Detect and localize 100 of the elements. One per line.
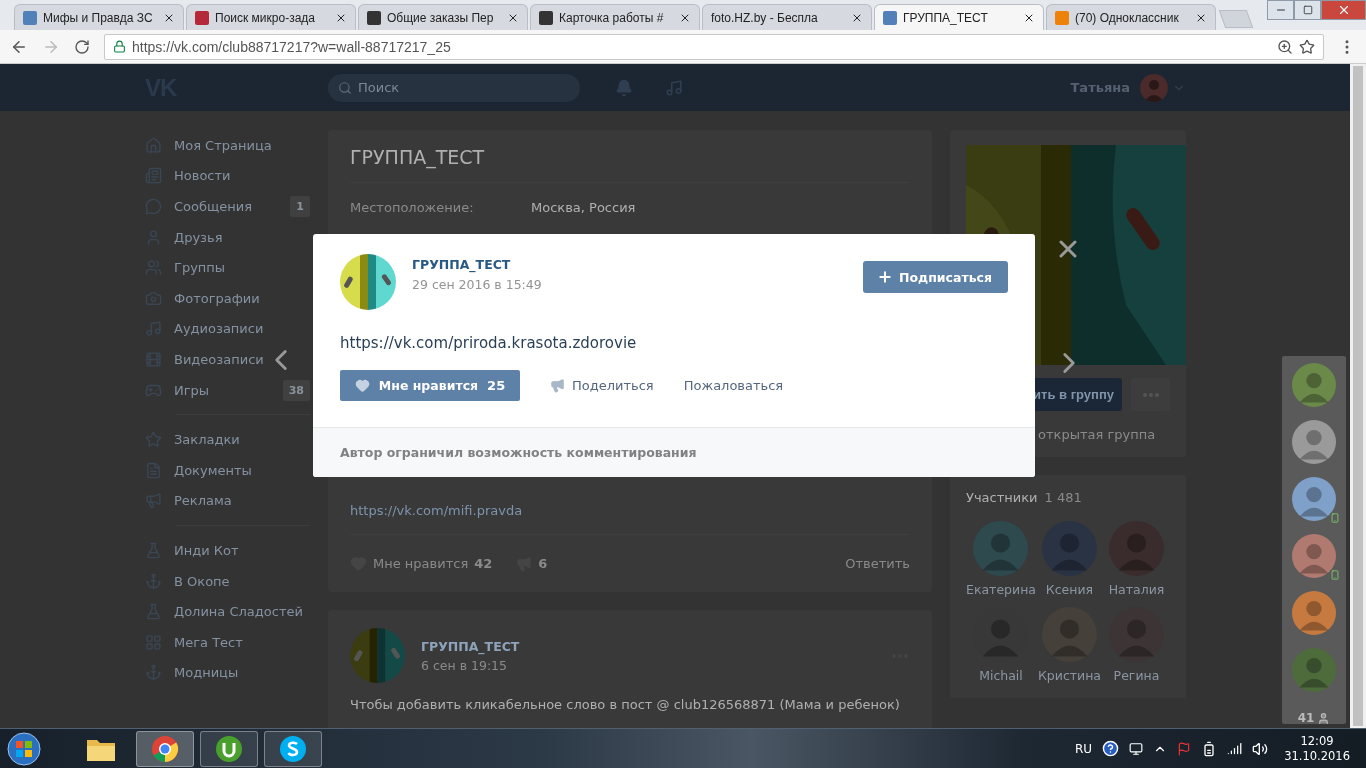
film-icon (145, 350, 162, 368)
start-button[interactable] (6, 730, 42, 767)
post-author[interactable]: ГРУППА_ТЕСТ (412, 256, 848, 272)
member-name[interactable]: Екатерина (966, 582, 1036, 597)
site-icon (367, 10, 381, 25)
counter-badge: 38 (282, 379, 310, 401)
bookmark-star-icon[interactable] (1299, 38, 1315, 55)
sidebar-item[interactable]: Модницы (145, 657, 310, 689)
friends-count[interactable]: 41 (1297, 711, 1315, 725)
taskbar-app[interactable] (136, 730, 194, 767)
friend-avatar (1292, 420, 1336, 464)
like-label[interactable]: Мне нравится (373, 556, 469, 571)
friend-avatar (1292, 363, 1336, 407)
heart-icon (354, 378, 370, 393)
signal-icon[interactable] (1227, 741, 1243, 756)
sidebar-item[interactable]: Игры 38 (145, 374, 310, 406)
sidebar-item[interactable]: Друзья (145, 221, 310, 253)
members-title[interactable]: Участники (966, 490, 1038, 505)
counter-badge: 1 (290, 196, 310, 217)
sidebar-item[interactable]: Долина Сладостей (145, 596, 310, 627)
members-count: 1 481 (1044, 490, 1082, 505)
sidebar-item[interactable]: Закладки (145, 424, 310, 455)
post-date: 29 сен 2016 в 15:49 (412, 276, 543, 292)
member-name[interactable]: Наталия (1108, 582, 1165, 597)
maximize-button[interactable] (1294, 0, 1321, 20)
sidebar-item[interactable]: Новости (145, 160, 310, 192)
sidebar-item[interactable]: Инди Кот (145, 535, 310, 566)
browser-tab[interactable]: Общие заказы Пер (358, 4, 528, 30)
browser-tab[interactable]: (70) Одноклассник (1046, 4, 1216, 30)
zoom-icon[interactable] (1277, 38, 1293, 55)
search-field[interactable]: Поиск (328, 73, 580, 102)
flag-icon[interactable] (1177, 741, 1192, 756)
taskbar-app[interactable] (200, 730, 258, 767)
site-icon (883, 10, 897, 25)
group-type: открытая группа (1037, 426, 1157, 442)
sidebar-item[interactable]: Реклама (145, 485, 310, 517)
search-icon (338, 80, 352, 95)
lock-icon (113, 40, 126, 53)
music-icon (145, 320, 162, 338)
address-field[interactable]: https://vk.com/club88717217?w=wall-88717217_25 (104, 33, 1324, 60)
report-link[interactable]: Пожаловаться (683, 378, 784, 393)
post-author[interactable]: ГРУППА_ТЕСТ (421, 638, 874, 654)
maximize-icon (1302, 5, 1313, 15)
reply-link[interactable]: Ответить (845, 556, 910, 571)
scrollbar[interactable] (1350, 64, 1366, 728)
person-icon (1317, 711, 1331, 725)
browser-tab[interactable]: foto.HZ.by - Беспла (702, 4, 872, 30)
browser-tab[interactable]: Карточка работы # (530, 4, 700, 30)
like-button[interactable]: Мне нравится 25 (340, 370, 520, 401)
group-avatar (350, 628, 405, 683)
skype-icon (279, 734, 307, 763)
reload-icon[interactable] (74, 38, 90, 55)
taskbar-app[interactable] (264, 730, 322, 767)
post-link[interactable]: https://vk.com/priroda.krasota.zdorovie (313, 310, 664, 352)
volume-icon[interactable] (1252, 740, 1269, 757)
member-name[interactable]: Регина (1113, 668, 1160, 683)
more-icon (1142, 392, 1159, 397)
megaphone-icon (145, 492, 162, 510)
member-name[interactable]: Кристина (1037, 668, 1101, 683)
sidebar-item[interactable]: Аудиозаписи (145, 313, 310, 345)
user-name[interactable]: Татьяна (1070, 80, 1130, 95)
sidebar-item[interactable]: Мега Тест (145, 626, 310, 658)
browser-tab[interactable]: ГРУППА_ТЕСТ (874, 4, 1044, 30)
language-indicator[interactable]: RU (1075, 741, 1093, 756)
group-avatar (340, 254, 396, 310)
people-icon (145, 259, 162, 277)
sidebar-item[interactable]: В Окопе (145, 565, 310, 597)
display-icon[interactable] (1129, 741, 1144, 756)
site-icon (195, 10, 209, 25)
anchor-icon (145, 664, 162, 682)
chat-icon (145, 198, 162, 215)
clock[interactable]: 12:09 31.10.2016 (1284, 733, 1350, 764)
sidebar-item[interactable]: Группы (145, 252, 310, 283)
help-icon[interactable] (1102, 740, 1120, 757)
member-name[interactable]: Ксения (1045, 582, 1094, 597)
home-icon (145, 136, 162, 154)
friend-avatar (1292, 591, 1336, 635)
member-avatar (1042, 521, 1097, 576)
member-name[interactable]: Michail (979, 668, 1023, 683)
sidebar-item[interactable]: Документы (145, 454, 310, 486)
document-icon (145, 461, 162, 479)
browser-tab[interactable]: Поиск микро-зада (186, 4, 356, 30)
person-icon (145, 228, 162, 246)
share-link[interactable]: Поделиться (550, 378, 654, 393)
friend-avatar (1292, 648, 1336, 692)
subscribe-button[interactable]: Подписаться (863, 261, 1008, 293)
minimize-button[interactable] (1267, 0, 1294, 20)
megaphone-icon (550, 378, 565, 393)
sidebar-item[interactable]: Видеозаписи (145, 344, 310, 375)
sidebar-item[interactable]: Сообщения 1 (145, 191, 310, 222)
post-link[interactable]: https://vk.com/mifi.pravda (350, 503, 910, 535)
chrome-icon (151, 734, 179, 763)
browser-tab[interactable]: Мифы и Правда ЗС (14, 4, 184, 30)
sidebar-item[interactable]: Моя Страница (145, 130, 310, 161)
star-icon (145, 431, 162, 449)
site-icon (1055, 10, 1069, 25)
grid-icon (145, 633, 162, 651)
flask-icon (145, 541, 162, 559)
sidebar-item[interactable]: Фотографии (145, 282, 310, 314)
phone-icon (1330, 513, 1340, 523)
